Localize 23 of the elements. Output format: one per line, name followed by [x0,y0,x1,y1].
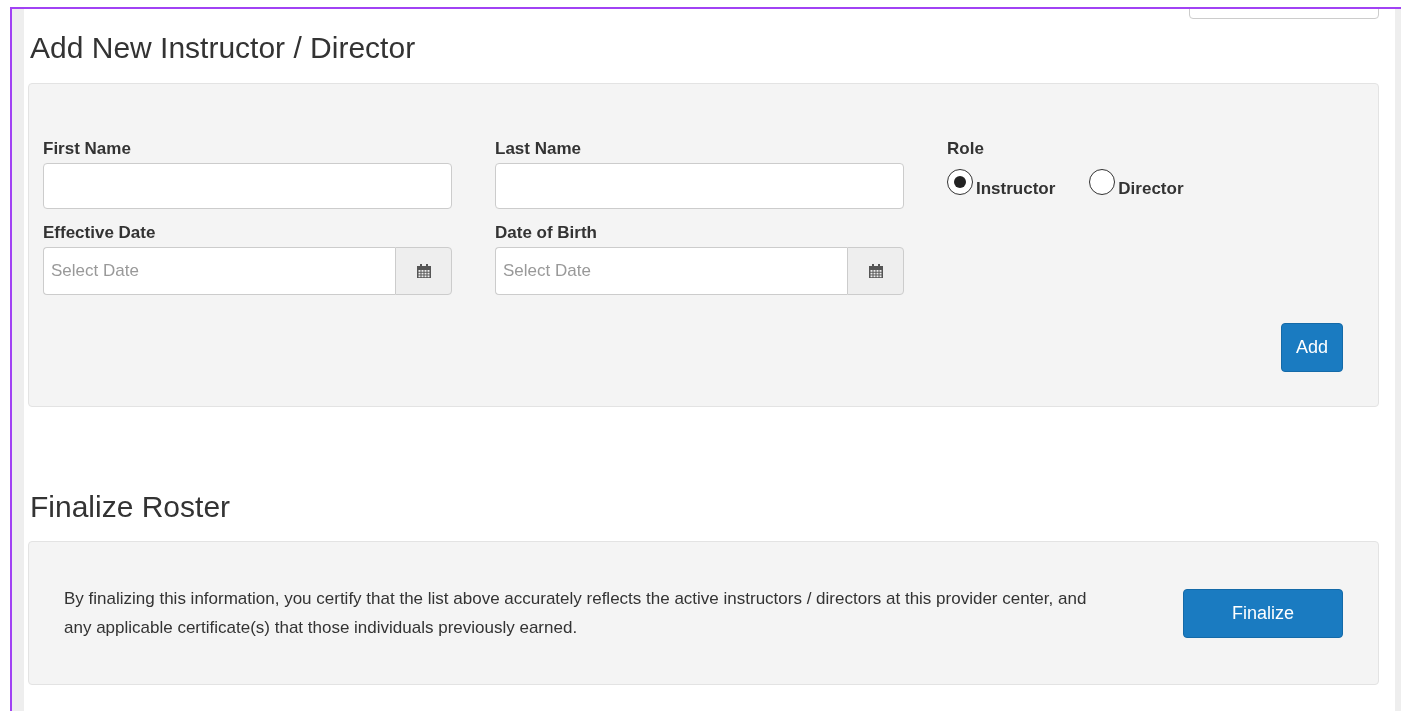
section-title: Add New Instructor / Director [30,30,417,66]
calendar-icon [868,264,883,278]
radio-option[interactable]: Instructor [947,169,1056,195]
field-label: Effective Date [43,223,157,243]
date-field[interactable]: Select Date [495,247,847,295]
radio-button[interactable] [1089,169,1116,195]
text-field[interactable] [495,163,904,209]
finalize-button[interactable]: Finalize [1183,588,1343,638]
certification-text: By finalizing this information, you certify that the list above accurately reflects the active instructors / directors at this provider center, and any applicable certificate(s) that those individuals previously earned. [64,588,1088,639]
add-button[interactable]: Add [1280,323,1343,372]
input-field[interactable] [1189,9,1379,19]
calendar-button[interactable] [395,247,452,295]
field-label: Date of Birth [495,223,598,243]
calendar-button[interactable] [847,247,904,295]
field-label: First Name [43,139,132,159]
section-title: Finalize Roster [30,489,232,525]
calendar-icon [416,264,431,278]
radio-button[interactable] [947,169,973,195]
field-label: Role [947,139,985,159]
date-field[interactable]: Select Date [43,247,395,295]
text-field[interactable] [43,163,452,209]
radio-option[interactable]: Director [1089,169,1184,195]
field-label: Last Name [495,139,582,159]
